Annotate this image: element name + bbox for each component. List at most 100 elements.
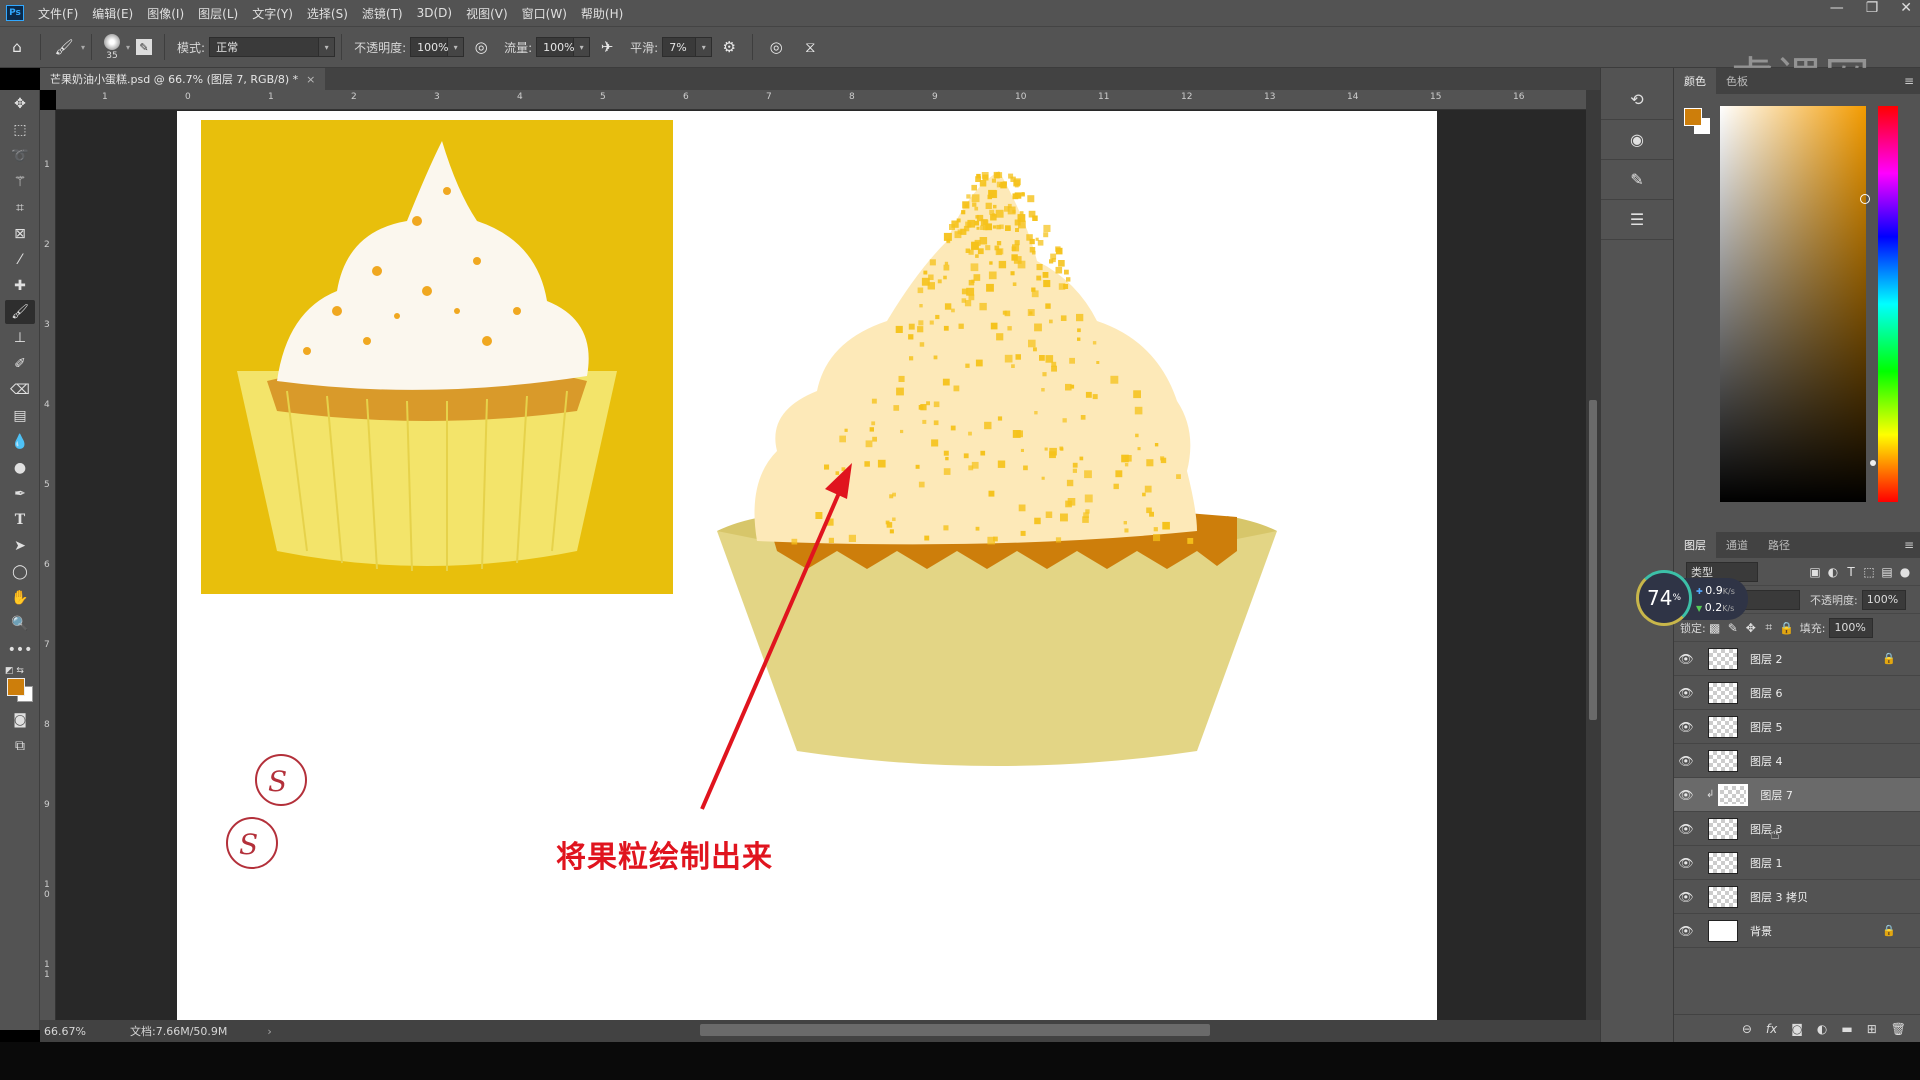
new-group-icon[interactable]: ▬ (1841, 1022, 1852, 1036)
gradient-tool-icon[interactable]: ▤ (5, 404, 35, 428)
close-tab-icon[interactable]: × (306, 73, 315, 86)
brush-tool-icon[interactable]: 🖌 (5, 300, 35, 324)
default-colors-icon[interactable]: ◩ ⇆ (5, 666, 24, 676)
menu-type[interactable]: 文字(Y) (252, 5, 293, 22)
pressure-size-icon[interactable]: ◎ (765, 36, 787, 58)
clone-stamp-tool-icon[interactable]: ⊥ (5, 326, 35, 350)
screen-mode-icon[interactable]: ⧉ (5, 734, 35, 758)
filter-smart-object-icon[interactable]: ▤ (1878, 565, 1896, 579)
visibility-eye-icon[interactable]: 👁 (1674, 720, 1698, 734)
panel-menu-icon[interactable]: ≡ (1904, 68, 1914, 94)
menu-filter[interactable]: 滤镜(T) (362, 5, 403, 22)
visibility-eye-icon[interactable]: 👁 (1674, 890, 1698, 904)
healing-brush-tool-icon[interactable]: ✚ (5, 274, 35, 298)
layer-row[interactable]: 👁 背景 🔒 (1674, 914, 1920, 948)
layer-row[interactable]: 👁 图层 1 (1674, 846, 1920, 880)
home-icon[interactable]: ⌂ (6, 36, 28, 58)
color-panel-foreground-swatch[interactable] (1684, 108, 1702, 126)
ellipse-tool-icon[interactable]: ◯ (5, 560, 35, 584)
tab-paths[interactable]: 路径 (1758, 532, 1800, 558)
close-window-button[interactable]: ✕ (1900, 0, 1912, 16)
filter-pixel-icon[interactable]: ▣ (1806, 565, 1824, 579)
visibility-eye-icon[interactable]: 👁 (1674, 924, 1698, 938)
visibility-eye-icon[interactable]: 👁 (1674, 686, 1698, 700)
eraser-tool-icon[interactable]: ⌫ (5, 378, 35, 402)
status-menu-chevron-icon[interactable]: › (267, 1025, 271, 1038)
link-layers-icon[interactable]: ⊖ (1742, 1022, 1752, 1036)
gear-icon[interactable]: ⚙ (718, 36, 740, 58)
menu-edit[interactable]: 编辑(E) (92, 5, 133, 22)
zoom-level[interactable]: 66.67% (44, 1025, 114, 1038)
smoothing-input[interactable]: 7% (662, 37, 697, 57)
more-tools-icon[interactable]: ••• (5, 638, 35, 662)
tab-layers[interactable]: 图层 (1674, 532, 1716, 558)
hue-slider-handle[interactable] (1870, 460, 1876, 466)
history-panel-icon[interactable]: ⟲ (1601, 80, 1673, 120)
lock-artboard-icon[interactable]: ⌗ (1760, 620, 1778, 635)
chevron-down-icon[interactable]: ▾ (126, 43, 130, 52)
adjustment-layer-icon[interactable]: ◐ (1817, 1022, 1827, 1036)
menu-3d[interactable]: 3D(D) (417, 6, 452, 20)
vertical-scroll-thumb[interactable] (1589, 400, 1597, 720)
history-brush-tool-icon[interactable]: ✐ (5, 352, 35, 376)
visibility-eye-icon[interactable]: 👁 (1674, 788, 1698, 802)
vertical-scrollbar[interactable] (1586, 90, 1600, 1020)
pen-tool-icon[interactable]: ✒ (5, 482, 35, 506)
document-tab[interactable]: 芒果奶油小蛋糕.psd @ 66.7% (图层 7, RGB/8) * × (40, 68, 326, 90)
hand-tool-icon[interactable]: ✋ (5, 586, 35, 610)
brush-tool-preset-icon[interactable]: 🖌 (53, 36, 75, 58)
lasso-tool-icon[interactable]: ➰ (5, 144, 35, 168)
quick-mask-icon[interactable]: ◙ (5, 708, 35, 732)
menu-layer[interactable]: 图层(L) (198, 5, 238, 22)
panel-menu-icon[interactable]: ≡ (1904, 532, 1914, 558)
filter-adjustment-icon[interactable]: ◐ (1824, 565, 1842, 579)
new-layer-icon[interactable]: ⊞ (1867, 1022, 1877, 1036)
pressure-opacity-icon[interactable]: ◎ (470, 36, 492, 58)
opacity-input[interactable]: 100% (410, 37, 449, 57)
frame-tool-icon[interactable]: ⊠ (5, 222, 35, 246)
move-tool-icon[interactable]: ✥ (5, 92, 35, 116)
dodge-tool-icon[interactable]: ● (5, 456, 35, 480)
layer-row[interactable]: 👁 ↲ 图层 7 (1674, 778, 1920, 812)
eyedropper-tool-icon[interactable]: ⁄ (5, 248, 35, 272)
layer-row[interactable]: 👁 图层 3 (1674, 812, 1920, 846)
chevron-down-icon[interactable]: ▾ (696, 37, 713, 57)
visibility-eye-icon[interactable]: 👁 (1674, 856, 1698, 870)
airbrush-icon[interactable]: ✈ (596, 36, 618, 58)
document-canvas[interactable]: S S (177, 111, 1437, 1020)
filter-shape-icon[interactable]: ⬚ (1860, 565, 1878, 579)
foreground-color-swatch[interactable] (7, 678, 25, 696)
crop-tool-icon[interactable]: ⌗ (5, 196, 35, 220)
marquee-tool-icon[interactable]: ⬚ (5, 118, 35, 142)
horizontal-scrollbar[interactable] (700, 1024, 1210, 1036)
hue-slider[interactable] (1878, 106, 1898, 502)
menu-file[interactable]: 文件(F) (38, 5, 78, 22)
layer-opacity-input[interactable]: 100% (1861, 589, 1906, 610)
tab-channels[interactable]: 通道 (1716, 532, 1758, 558)
visibility-eye-icon[interactable]: 👁 (1674, 822, 1698, 836)
blur-tool-icon[interactable]: 💧 (5, 430, 35, 454)
visibility-eye-icon[interactable]: 👁 (1674, 652, 1698, 666)
mode-select[interactable]: 正常 (209, 37, 320, 57)
brush-settings-panel-icon[interactable]: ✎ (136, 39, 153, 55)
saturation-brightness-field[interactable] (1720, 106, 1866, 502)
zoom-tool-icon[interactable]: 🔍 (5, 612, 35, 636)
fill-input[interactable]: 100% (1829, 617, 1874, 638)
menu-help[interactable]: 帮助(H) (581, 5, 623, 22)
properties-panel-icon[interactable]: ◉ (1601, 120, 1673, 160)
add-mask-icon[interactable]: ◙ (1791, 1022, 1803, 1036)
chevron-down-icon[interactable]: ▾ (319, 37, 336, 57)
brush-settings-icon[interactable]: ✎ (1601, 160, 1673, 200)
menu-image[interactable]: 图像(I) (147, 5, 184, 22)
menu-select[interactable]: 选择(S) (307, 5, 348, 22)
menu-view[interactable]: 视图(V) (466, 5, 508, 22)
color-picker-marker[interactable] (1860, 194, 1870, 204)
layer-row[interactable]: 👁 图层 4 (1674, 744, 1920, 778)
chevron-down-icon[interactable]: ▾ (574, 37, 591, 57)
filter-type-icon[interactable]: T (1842, 565, 1860, 579)
tab-swatches[interactable]: 色板 (1716, 68, 1758, 94)
layer-row[interactable]: 👁 图层 2 🔒 (1674, 642, 1920, 676)
adjustments-icon[interactable]: ☰ (1601, 200, 1673, 240)
path-selection-tool-icon[interactable]: ➤ (5, 534, 35, 558)
visibility-eye-icon[interactable]: 👁 (1674, 754, 1698, 768)
